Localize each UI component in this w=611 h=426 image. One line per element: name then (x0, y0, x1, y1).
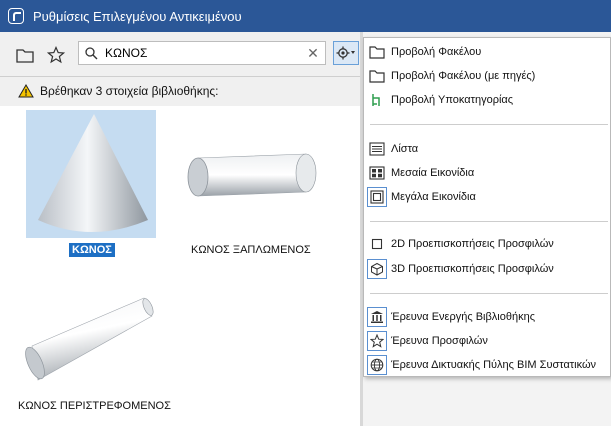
view-options-menu: Προβολή Φακέλου Προβολή Φακέλου (με πηγέ… (363, 37, 611, 377)
menu-item-label: 3D Προεπισκοπήσεις Προσφιλών (391, 263, 554, 275)
status-message: Βρέθηκαν 3 στοιχεία βιβλιοθήκης: (40, 84, 219, 98)
warning-icon (18, 84, 34, 98)
folder-icon (367, 42, 387, 62)
clear-search-icon[interactable]: ✕ (305, 45, 321, 61)
list-icon (367, 139, 387, 159)
globe-icon (367, 355, 387, 375)
cube-icon (367, 259, 387, 279)
folder-view-button[interactable] (14, 44, 36, 66)
title-bar: Ρυθμίσεις Επιλεγμένου Αντικειμένου (0, 0, 611, 32)
menu-item-label: Προβολή Υποκατηγορίας (391, 94, 514, 106)
menu-item-large-icons[interactable]: Μεγάλα Εικονίδια (364, 185, 610, 209)
favorites-button[interactable] (45, 44, 67, 66)
subcategory-icon (367, 90, 387, 110)
star-icon (367, 331, 387, 351)
large-icons-icon (367, 187, 387, 207)
library-icon (367, 307, 387, 327)
toolbar: ✕ (0, 32, 360, 76)
menu-item-label: Έρευνα Προσφιλών (391, 335, 488, 347)
menu-item-label: Έρευνα Δικτυακής Πύλης BIM Συστατικών (391, 359, 597, 371)
result-label: ΚΩΝΟΣ ΞΑΠΛΩΜΕΝΟΣ (191, 244, 311, 256)
search-box[interactable]: ✕ (78, 41, 326, 65)
result-label: ΚΩΝΟΣ ΠΕΡΙΣΤΡΕΦΟΜΕΝΟΣ (18, 400, 171, 412)
lying-cone-thumbnail (180, 122, 320, 232)
menu-item-3d-previews[interactable]: 3D Προεπισκοπήσεις Προσφιλών (364, 257, 610, 281)
menu-item-label: Προβολή Φακέλου (με πηγές) (391, 70, 536, 82)
folder-icon (367, 66, 387, 86)
menu-item-label: Μεσαία Εικονίδια (391, 167, 475, 179)
menu-item-label: Έρευνα Ενεργής Βιβλιοθήκης (391, 311, 536, 323)
view-options-button[interactable] (333, 41, 359, 65)
results-status: Βρέθηκαν 3 στοιχεία βιβλιοθήκης: (0, 80, 360, 102)
menu-item-subcategory-view[interactable]: Προβολή Υποκατηγορίας (364, 88, 610, 112)
results-grid: ΚΩΝΟΣ ΚΩΝΟΣ ΞΑΠΛΩΜΕΝΟΣ ΚΩΝΟΣ ΠΕΡΙΣΤΡΕΦΟΜ… (0, 106, 360, 426)
menu-item-medium-icons[interactable]: Μεσαία Εικονίδια (364, 161, 610, 185)
app-icon (8, 8, 24, 24)
menu-item-search-favorites[interactable]: Έρευνα Προσφιλών (364, 329, 610, 353)
menu-item-label: 2D Προεπισκοπήσεις Προσφιλών (391, 238, 554, 250)
menu-item-list[interactable]: Λίστα (364, 137, 610, 161)
menu-separator (370, 221, 608, 222)
menu-item-folder-view[interactable]: Προβολή Φακέλου (364, 40, 610, 64)
toolbar-divider (0, 76, 360, 77)
cone-thumbnail (26, 110, 156, 238)
menu-separator (370, 293, 608, 294)
result-item-rotating-cone[interactable]: ΚΩΝΟΣ ΠΕΡΙΣΤΡΕΦΟΜΕΝΟΣ (18, 270, 171, 420)
square-icon (367, 234, 387, 254)
menu-item-folder-view-sources[interactable]: Προβολή Φακέλου (με πηγές) (364, 64, 610, 88)
result-label: ΚΩΝΟΣ (69, 243, 115, 257)
result-item-lying-cone[interactable]: ΚΩΝΟΣ ΞΑΠΛΩΜΕΝΟΣ (180, 110, 320, 260)
menu-item-search-active-library[interactable]: Έρευνα Ενεργής Βιβλιοθήκης (364, 305, 610, 329)
window-title: Ρυθμίσεις Επιλεγμένου Αντικειμένου (33, 8, 242, 24)
menu-separator (370, 124, 608, 125)
search-icon (85, 46, 105, 60)
folder-icon (16, 49, 34, 63)
search-input[interactable] (105, 46, 305, 60)
rotating-cone-thumbnail (18, 286, 158, 396)
result-item-cone[interactable]: ΚΩΝΟΣ (26, 110, 156, 260)
star-icon (47, 46, 65, 64)
menu-item-label: Προβολή Φακέλου (391, 46, 482, 58)
menu-item-label: Μεγάλα Εικονίδια (391, 191, 476, 203)
view-settings-icon (336, 46, 355, 60)
menu-item-2d-previews[interactable]: 2D Προεπισκοπήσεις Προσφιλών (364, 232, 610, 256)
menu-item-search-bim-portal[interactable]: Έρευνα Δικτυακής Πύλης BIM Συστατικών (364, 353, 610, 377)
menu-item-label: Λίστα (391, 143, 419, 155)
medium-icons-icon (367, 163, 387, 183)
